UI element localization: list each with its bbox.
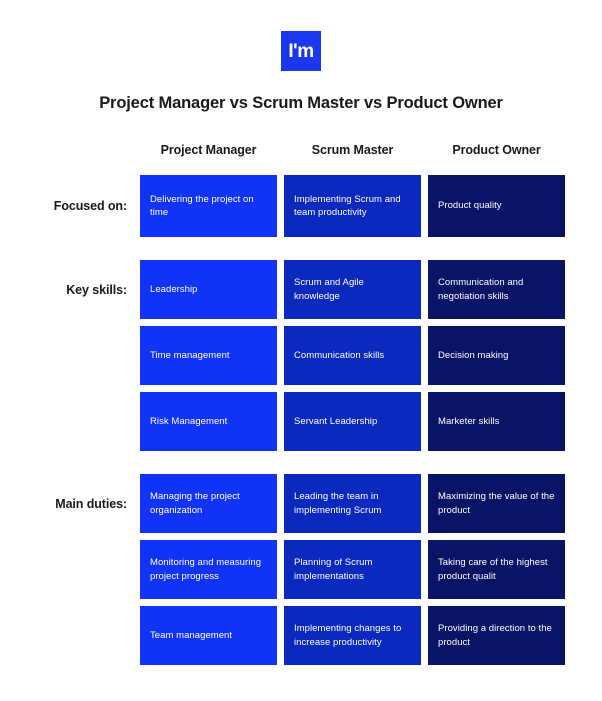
cell-scrum-master: Communication skills bbox=[284, 326, 421, 385]
cell-scrum-master: Planning of Scrum implementations bbox=[284, 540, 421, 599]
section-main-duties: Main duties: Managing the project organi… bbox=[0, 474, 602, 665]
row-label-cell bbox=[0, 392, 140, 451]
column-header-product-owner: Product Owner bbox=[428, 143, 565, 157]
cell-project-manager: Managing the project organization bbox=[140, 474, 277, 533]
row-label-cell bbox=[0, 540, 140, 599]
cell-scrum-master: Scrum and Agile knowledge bbox=[284, 260, 421, 319]
section-key-skills: Key skills: Leadership Scrum and Agile k… bbox=[0, 260, 602, 451]
row-label-cell bbox=[0, 606, 140, 665]
table-row: Key skills: Leadership Scrum and Agile k… bbox=[0, 260, 602, 319]
column-header-label: Scrum Master bbox=[311, 143, 394, 157]
table-row: Monitoring and measuring project progres… bbox=[0, 540, 602, 599]
row-label: Focused on: bbox=[53, 199, 127, 213]
cell-scrum-master: Leading the team in implementing Scrum bbox=[284, 474, 421, 533]
section-focused-on: Focused on: Delivering the project on ti… bbox=[0, 175, 602, 237]
cell-product-owner: Taking care of the highest product quali… bbox=[428, 540, 565, 599]
table-header-row: Project Manager Scrum Master Product Own… bbox=[0, 143, 602, 167]
cell-product-owner: Decision making bbox=[428, 326, 565, 385]
logo-container: I'm bbox=[0, 31, 602, 71]
brand-logo: I'm bbox=[281, 31, 321, 71]
row-label-cell: Key skills: bbox=[0, 260, 140, 319]
row-label: Main duties: bbox=[55, 496, 127, 511]
column-header-label: Product Owner bbox=[452, 143, 541, 157]
cell-scrum-master: Implementing Scrum and team productivity bbox=[284, 175, 421, 237]
page-title: Project Manager vs Scrum Master vs Produ… bbox=[99, 94, 503, 112]
table-row: Time management Communication skills Dec… bbox=[0, 326, 602, 385]
row-label-cell: Focused on: bbox=[0, 175, 140, 237]
comparison-table: Project Manager Scrum Master Product Own… bbox=[0, 143, 602, 665]
column-header-label: Project Manager bbox=[160, 143, 257, 157]
cell-product-owner: Marketer skills bbox=[428, 392, 565, 451]
table-row: Team management Implementing changes to … bbox=[0, 606, 602, 665]
cell-product-owner: Providing a direction to the product bbox=[428, 606, 565, 665]
row-label-cell: Main duties: bbox=[0, 474, 140, 533]
header-gap bbox=[0, 167, 602, 175]
table-row: Risk Management Servant Leadership Marke… bbox=[0, 392, 602, 451]
column-header-scrum-master: Scrum Master bbox=[284, 143, 421, 157]
cell-project-manager: Leadership bbox=[140, 260, 277, 319]
cell-product-owner: Maximizing the value of the product bbox=[428, 474, 565, 533]
cell-scrum-master: Servant Leadership bbox=[284, 392, 421, 451]
cell-product-owner: Product quality bbox=[428, 175, 565, 237]
cell-project-manager: Delivering the project on time bbox=[140, 175, 277, 237]
brand-logo-text: I'm bbox=[288, 40, 314, 62]
cell-scrum-master: Implementing changes to increase product… bbox=[284, 606, 421, 665]
cell-project-manager: Risk Management bbox=[140, 392, 277, 451]
row-label: Key skills: bbox=[66, 282, 127, 297]
table-row: Main duties: Managing the project organi… bbox=[0, 474, 602, 533]
infographic-page: I'm Project Manager vs Scrum Master vs P… bbox=[0, 0, 602, 701]
column-header-project-manager: Project Manager bbox=[140, 143, 277, 157]
cell-project-manager: Time management bbox=[140, 326, 277, 385]
row-label-cell bbox=[0, 326, 140, 385]
cell-project-manager: Monitoring and measuring project progres… bbox=[140, 540, 277, 599]
cell-product-owner: Communication and negotiation skills bbox=[428, 260, 565, 319]
cell-project-manager: Team management bbox=[140, 606, 277, 665]
table-row: Focused on: Delivering the project on ti… bbox=[0, 175, 602, 237]
